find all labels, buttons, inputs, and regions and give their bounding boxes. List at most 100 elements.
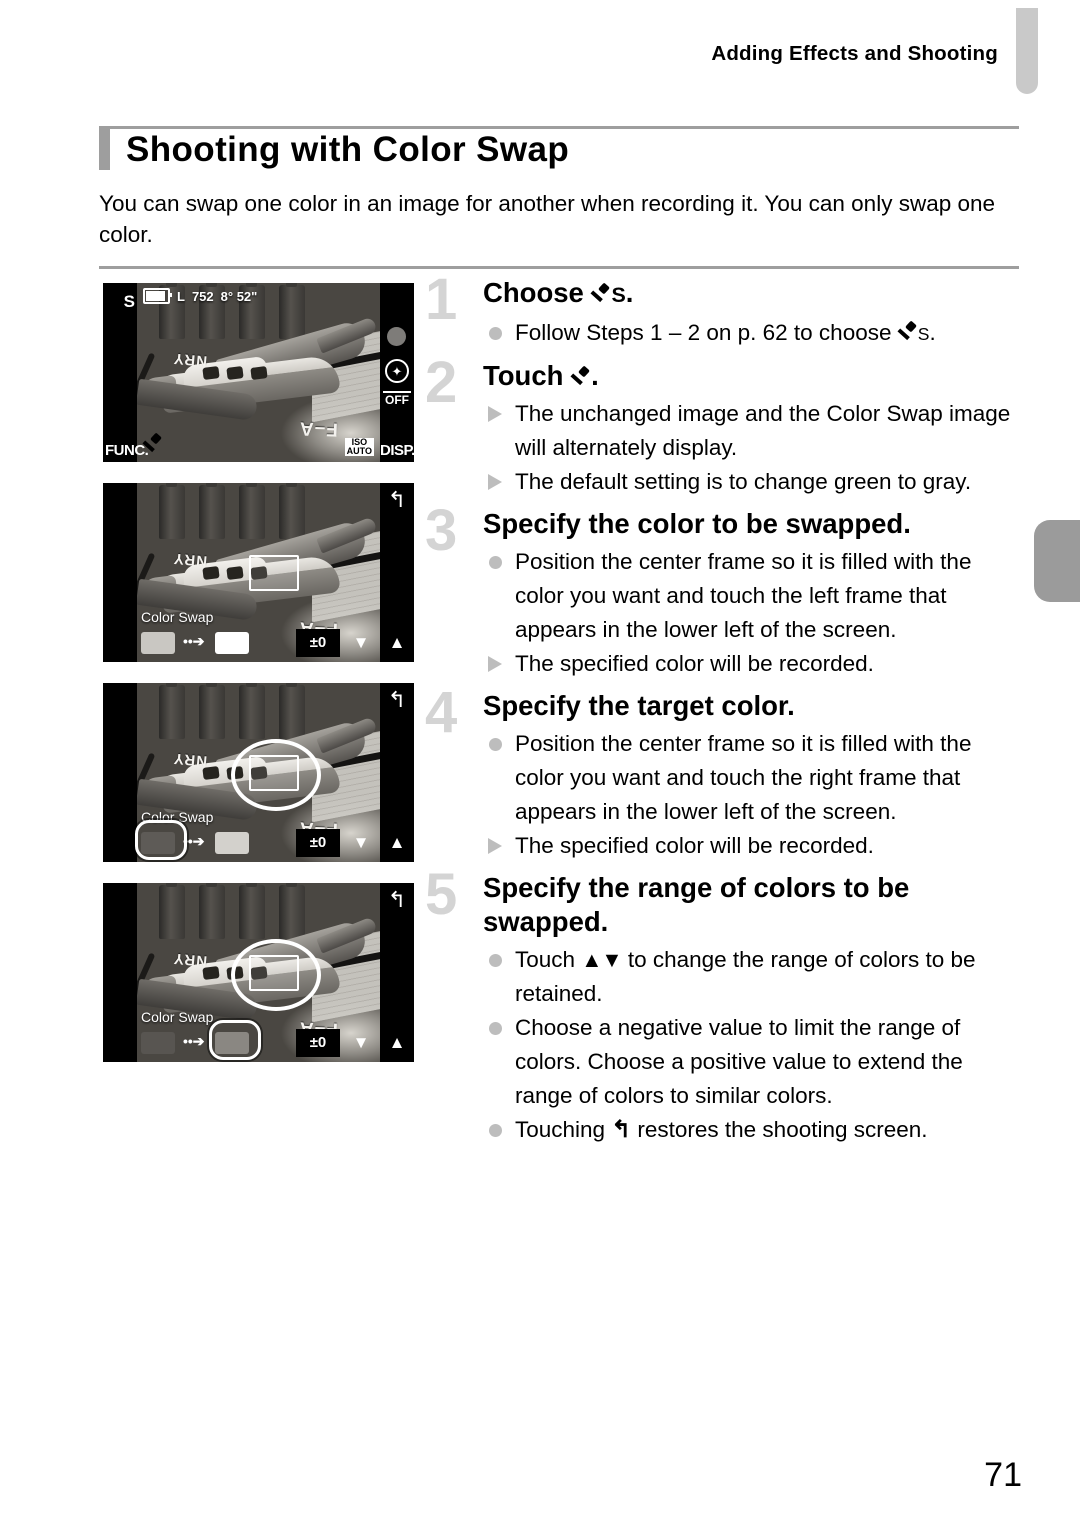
disp-button[interactable]: DISP.	[380, 442, 414, 459]
step-bullets: Follow Steps 1 – 2 on p. 62 to choose S.	[483, 316, 1025, 351]
step-bullets: Position the center frame so it is fille…	[483, 727, 1025, 863]
bullet-item: Choose a negative value to limit the ran…	[483, 1011, 1025, 1113]
mode-badge-label: S	[123, 292, 135, 311]
dot-bullet-icon	[489, 327, 502, 340]
eyedropper-icon	[571, 367, 591, 389]
bullet-item: Position the center frame so it is fille…	[483, 727, 1025, 829]
camera-screen-source-selected: NRY F–A ↰ Color Swap ••➔ ±0 ▼ ▲	[103, 683, 414, 862]
triangle-bullet-icon	[488, 656, 502, 672]
step-5: 5 Specify the range of colors to be swapp…	[425, 865, 1025, 1147]
steps-column: 1 Choose S. Follow Steps 1 – 2 on p. 62 to…	[425, 270, 1025, 1151]
osd-top-bar: L 752 8° 52"	[143, 286, 374, 306]
chapter-tab-side	[1034, 520, 1080, 602]
camera-screen-color-swap-initial: NRY F–A ↰ Color Swap ••➔ ±0 ▼ ▲	[103, 483, 414, 662]
swatch-source[interactable]	[141, 632, 175, 654]
bullet-text: Touching ↰ restores the shooting screen.	[515, 1117, 928, 1143]
step-heading: Choose S.	[483, 277, 634, 308]
bullet-text: Position the center frame so it is fille…	[515, 549, 972, 642]
step-2: 2 Touch . The unchanged image and the Colo…	[425, 350, 1025, 499]
range-value: ±0	[296, 829, 340, 857]
step-bullets: Position the center frame so it is fille…	[483, 545, 1025, 681]
triangle-bullet-icon	[488, 474, 502, 490]
back-arrow-icon: ↰	[611, 1117, 632, 1143]
chapter-tab-top	[1016, 8, 1038, 94]
bullet-text: The specified color will be recorded.	[515, 651, 874, 676]
back-button[interactable]: ↰	[381, 685, 413, 715]
range-value: ±0	[296, 629, 340, 657]
range-up-button[interactable]: ▲	[382, 829, 412, 857]
osd-shots-remaining: 752	[191, 288, 214, 304]
running-header-text: Adding Effects and Shooting	[711, 42, 998, 65]
mode-badge-color-swap[interactable]: S	[105, 287, 135, 317]
swatch-target-highlight-ring	[209, 1020, 261, 1060]
flash-icon[interactable]: ✦	[385, 359, 409, 383]
step-heading: Touch .	[483, 360, 599, 391]
range-down-button[interactable]: ▼	[346, 829, 376, 857]
swatch-source[interactable]	[141, 1032, 175, 1054]
step-number: 2	[425, 350, 458, 415]
record-button[interactable]	[387, 327, 406, 346]
swatch-target[interactable]	[215, 632, 249, 654]
bullet-text: Touch ▲▼ to change the range of colors t…	[515, 947, 976, 1006]
step-heading: Specify the target color.	[483, 690, 795, 721]
back-button[interactable]: ↰	[381, 885, 413, 915]
eyedropper-touch-icon[interactable]	[143, 434, 163, 458]
color-swap-mode-letter: S	[917, 324, 930, 344]
bullet-text: Follow Steps 1 – 2 on p. 62 to choose S.	[515, 320, 936, 345]
color-swap-label: Color Swap	[141, 1009, 214, 1025]
color-swap-mode-letter: S	[611, 283, 626, 307]
step-number: 4	[425, 680, 458, 745]
eyedropper-icon	[143, 434, 163, 456]
triangle-bullet-icon	[488, 406, 502, 422]
model-plane: NRY F–A	[124, 316, 381, 440]
range-value: ±0	[296, 1029, 340, 1057]
osd-quality: L	[177, 288, 185, 304]
screenshot-column: NRY F–A S L 752 8° 52" FUNC. ✦ OFF DISP.…	[103, 283, 414, 1083]
camera-screen-shooting: NRY F–A S L 752 8° 52" FUNC. ✦ OFF DISP.…	[103, 283, 414, 462]
eyedropper-icon	[591, 284, 611, 306]
step-3: 3 Specify the color to be swapped. Positio…	[425, 498, 1025, 681]
plane-marking-side: F–A	[298, 417, 339, 440]
swap-arrow-icon: ••➔	[183, 1033, 205, 1049]
title-accent-bar	[99, 128, 110, 170]
func-button[interactable]: FUNC.	[105, 442, 149, 459]
back-button[interactable]: ↰	[381, 485, 413, 515]
bullet-item: Follow Steps 1 – 2 on p. 62 to choose S.	[483, 316, 1025, 351]
bullet-item: The specified color will be recorded.	[483, 829, 1025, 863]
range-down-button[interactable]: ▼	[346, 1029, 376, 1057]
swatch-source-highlight-ring	[135, 820, 187, 860]
dot-bullet-icon	[489, 556, 502, 569]
bullet-text: The default setting is to change green t…	[515, 469, 972, 494]
left-control-bar	[103, 883, 137, 1062]
bullet-item: The unchanged image and the Color Swap i…	[483, 397, 1025, 465]
dot-bullet-icon	[489, 1022, 502, 1035]
plane-marking-top: NRY	[172, 749, 208, 770]
swap-arrow-icon: ••➔	[183, 833, 205, 849]
center-frame-highlight-ring	[231, 939, 321, 1011]
step-bullets: The unchanged image and the Color Swap i…	[483, 397, 1025, 499]
dot-bullet-icon	[489, 1124, 502, 1137]
iso-indicator: ISO AUTO	[344, 438, 374, 456]
range-up-button[interactable]: ▲	[382, 1029, 412, 1057]
step-number: 3	[425, 498, 458, 563]
bullet-text: The specified color will be recorded.	[515, 833, 874, 858]
eyedropper-icon	[898, 322, 918, 344]
step-4: 4 Specify the target color. Position the c…	[425, 680, 1025, 863]
off-icon[interactable]: OFF	[383, 391, 411, 413]
page-title: Shooting with Color Swap	[99, 128, 1019, 170]
bullet-item: The default setting is to change green t…	[483, 465, 1025, 499]
divider-below-intro	[99, 266, 1019, 269]
swap-arrow-icon: ••➔	[183, 633, 205, 649]
triangle-bullet-icon	[488, 838, 502, 854]
bullet-text: Choose a negative value to limit the ran…	[515, 1015, 963, 1108]
step-bullets: Touch ▲▼ to change the range of colors t…	[483, 943, 1025, 1147]
range-down-button[interactable]: ▼	[346, 629, 376, 657]
step-1: 1 Choose S. Follow Steps 1 – 2 on p. 62 to…	[425, 270, 1025, 351]
bullet-item: Touching ↰ restores the shooting screen.	[483, 1113, 1025, 1147]
plane-marking-top: NRY	[172, 549, 208, 570]
camera-screen-target-selected: NRY F–A ↰ Color Swap ••➔ ±0 ▼ ▲	[103, 883, 414, 1062]
range-up-button[interactable]: ▲	[382, 629, 412, 657]
intro-paragraph: You can swap one color in an image for a…	[99, 191, 996, 247]
swatch-target[interactable]	[215, 832, 249, 854]
page-number: 71	[984, 1456, 1022, 1494]
